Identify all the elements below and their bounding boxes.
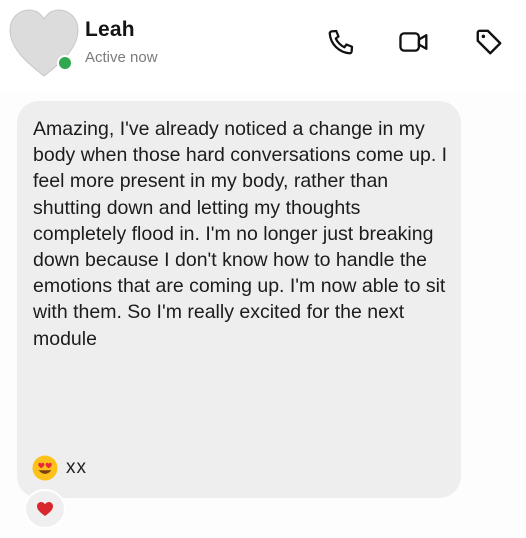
message-text: Amazing, I've already noticed a change i… (33, 118, 448, 350)
message-emoji-row: xx (32, 455, 87, 481)
phone-call-button[interactable] (323, 24, 359, 60)
active-status-text: Active now (85, 49, 158, 66)
contact-name[interactable]: Leah (85, 18, 135, 42)
phone-icon (328, 29, 354, 55)
heart-eyes-emoji (32, 455, 58, 481)
avatar[interactable] (4, 4, 84, 82)
message-suffix-text: xx (66, 457, 87, 478)
red-heart-icon (37, 502, 53, 516)
video-call-button[interactable] (396, 24, 432, 60)
tag-icon (476, 29, 502, 55)
chat-header: Leah Active now (0, 0, 526, 92)
tag-button[interactable] (471, 24, 507, 60)
video-camera-icon (399, 32, 428, 52)
reaction-badge[interactable] (24, 489, 66, 529)
online-status-dot (57, 55, 73, 71)
